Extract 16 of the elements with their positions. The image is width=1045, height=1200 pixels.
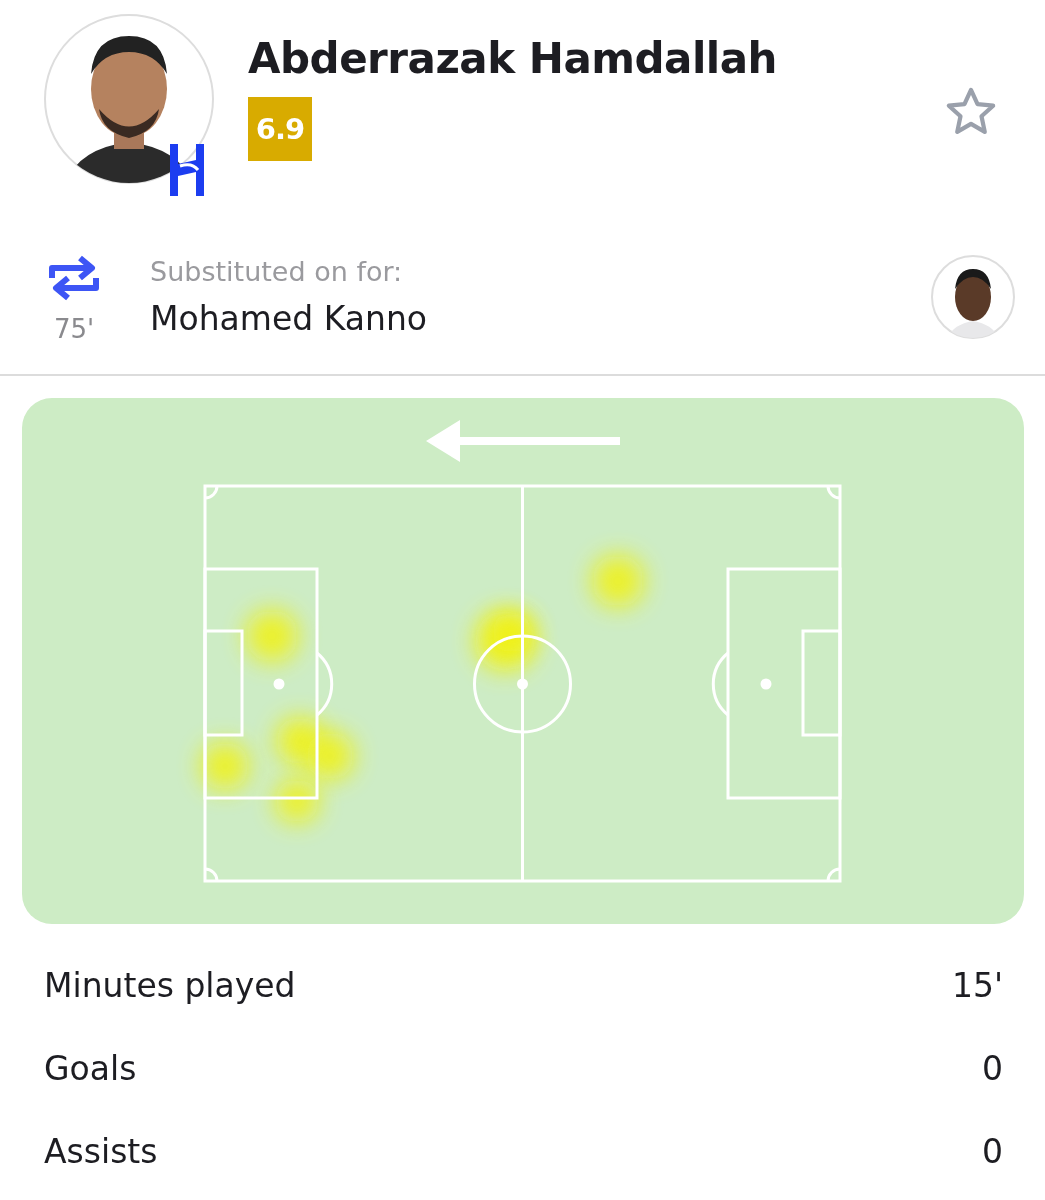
rating-badge: 6.9 [248, 97, 312, 161]
stat-label: Minutes played [44, 966, 296, 1005]
stat-label: Assists [44, 1132, 158, 1171]
heat-spot [201, 742, 249, 790]
heat-spot [275, 779, 319, 823]
substitution-minute: 75' [53, 314, 95, 344]
substituted-player-name: Mohamed Kanno [150, 299, 428, 338]
heat-spot [306, 732, 354, 780]
heat-spot [592, 555, 644, 607]
stat-value: 0 [982, 1049, 1003, 1088]
stat-label: Goals [44, 1049, 137, 1088]
substitution-label: Substituted on for: [150, 256, 404, 287]
heat-spot [246, 610, 298, 662]
stat-value: 15' [951, 966, 1003, 1005]
player-name: Abderrazak Hamdallah [248, 34, 777, 83]
stat-value: 0 [982, 1132, 1003, 1171]
